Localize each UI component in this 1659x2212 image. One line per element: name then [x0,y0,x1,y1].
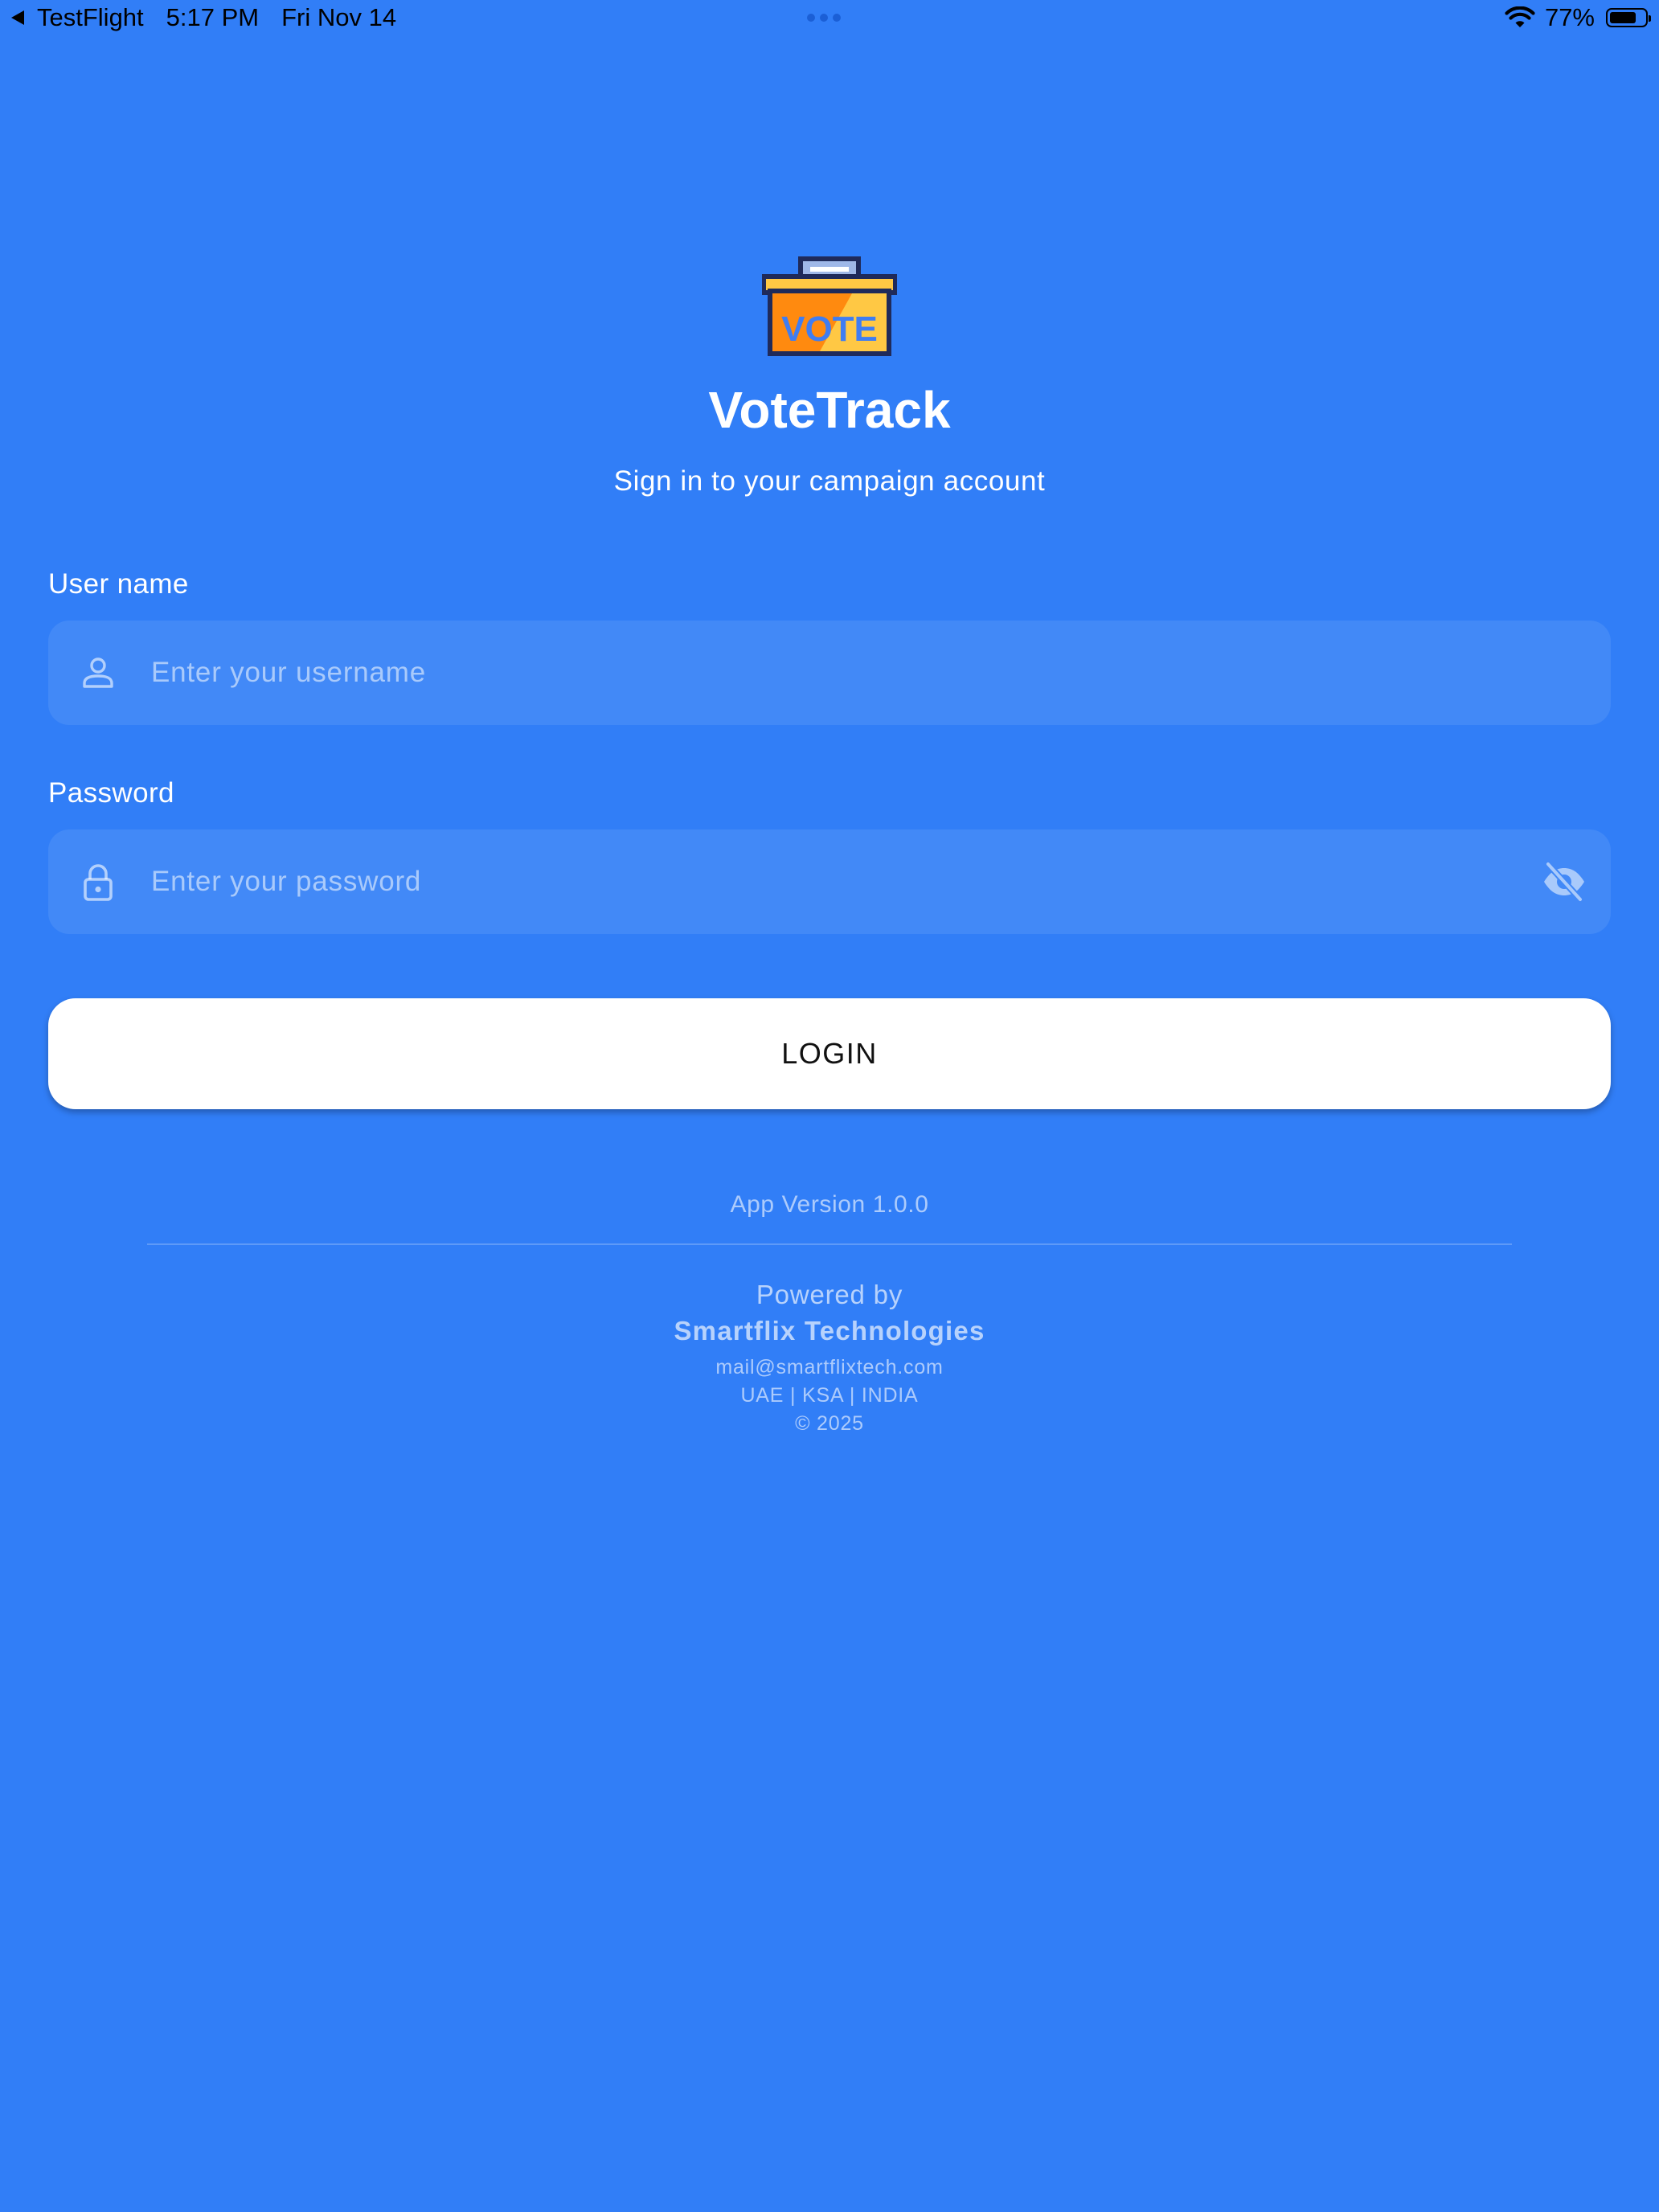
company-email: mail@smartflixtech.com [715,1356,944,1378]
status-time: 5:17 PM [166,3,260,31]
ballot-box-icon: VOTE [762,256,897,356]
username-label: User name [48,568,189,600]
app-version: App Version 1.0.0 [730,1191,929,1218]
lock-icon [84,864,113,901]
password-label: Password [48,777,174,809]
password-input[interactable] [151,830,1501,934]
login-button[interactable]: LOGIN [48,998,1611,1109]
copyright: © 2025 [795,1412,864,1435]
status-right: 77% [1505,3,1651,32]
battery-percent: 77% [1544,3,1595,31]
app-subtitle: Sign in to your campaign account [613,465,1046,497]
wifi-icon [1505,6,1535,27]
footer-divider [147,1243,1512,1245]
app-title: VoteTrack [708,381,951,439]
password-field[interactable] [48,830,1611,934]
person-icon [83,657,113,688]
status-date: Fri Nov 14 [281,3,397,31]
company-name: Smartflix Technologies [674,1316,985,1346]
eye-off-icon[interactable] [1542,861,1587,903]
company-regions: UAE | KSA | INDIA [740,1384,919,1407]
powered-by-label: Powered by [756,1280,903,1309]
username-field[interactable] [48,621,1611,725]
username-input[interactable] [151,621,1501,725]
multitasking-dots-icon[interactable] [807,14,841,22]
logo-vote-text: VOTE [781,309,878,349]
status-bar: TestFlight 5:17 PM Fri Nov 14 77% [0,0,1659,40]
back-to-app-link[interactable]: TestFlight [37,3,144,32]
back-arrow-icon[interactable] [11,10,24,25]
battery-icon [1606,8,1651,27]
status-left: TestFlight 5:17 PM Fri Nov 14 [11,3,396,32]
